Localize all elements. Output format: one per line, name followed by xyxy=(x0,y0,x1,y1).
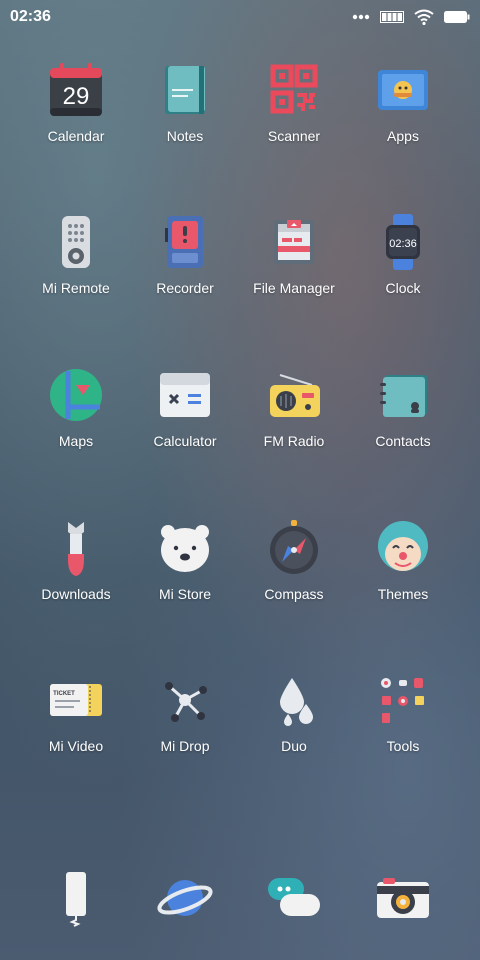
app-row-2: Mi Remote Recorder File Manager 02:36 Cl… xyxy=(0,200,480,320)
more-dots-icon xyxy=(352,14,370,20)
camera-icon xyxy=(377,878,429,918)
rocket-download-icon xyxy=(68,522,84,576)
app-maps[interactable]: Maps xyxy=(21,353,131,463)
status-time: 02:36 xyxy=(10,8,51,25)
app-label: Notes xyxy=(166,128,204,144)
app-label: Mi Remote xyxy=(42,280,110,296)
app-label: Contacts xyxy=(375,433,431,449)
svg-text:29: 29 xyxy=(63,83,90,110)
chat-bubbles-icon xyxy=(268,878,320,916)
file-manager-icon xyxy=(274,220,314,264)
app-label: FM Radio xyxy=(263,433,325,449)
calendar-icon: 29 xyxy=(50,63,102,116)
dock-browser[interactable] xyxy=(130,862,240,934)
dock-camera[interactable] xyxy=(348,862,458,934)
app-row-5: TICKET Mi Video Mi Drop Duo Tools xyxy=(0,658,480,778)
cassette-recorder-icon xyxy=(165,216,203,268)
map-icon xyxy=(50,369,102,421)
app-row-3: Maps Calculator FM Radio Contacts xyxy=(0,353,480,473)
svg-text:02:36: 02:36 xyxy=(389,238,417,250)
app-label: Recorder xyxy=(156,280,214,296)
app-label: Clock xyxy=(385,280,421,296)
app-compass[interactable]: Compass xyxy=(239,506,349,616)
app-mi-remote[interactable]: Mi Remote xyxy=(21,200,131,310)
app-scanner[interactable]: Scanner xyxy=(239,48,349,158)
app-mi-drop[interactable]: Mi Drop xyxy=(130,658,240,768)
contacts-book-icon xyxy=(380,375,427,417)
app-mi-video[interactable]: TICKET Mi Video xyxy=(21,658,131,768)
app-themes[interactable]: Themes xyxy=(348,506,458,616)
app-row-1: 29 Calendar Notes Scanner Apps xyxy=(0,48,480,168)
app-file-manager[interactable]: File Manager xyxy=(239,200,349,310)
app-row-4: Downloads Mi Store Compass Themes xyxy=(0,506,480,626)
status-bar: 02:36 xyxy=(0,0,480,34)
app-downloads[interactable]: Downloads xyxy=(21,506,131,616)
notes-icon xyxy=(165,66,205,114)
water-drops-icon xyxy=(280,678,313,726)
app-duo[interactable]: Duo xyxy=(239,658,349,768)
app-store-icon xyxy=(378,70,428,110)
app-label: Downloads xyxy=(41,586,111,602)
app-label: Compass xyxy=(264,586,324,602)
watch-icon: 02:36 xyxy=(386,214,420,270)
battery-icon xyxy=(444,11,470,23)
radio-icon xyxy=(270,374,320,417)
app-calculator[interactable]: Calculator xyxy=(130,353,240,463)
tools-folder-icon xyxy=(381,678,424,723)
ticket-video-icon: TICKET xyxy=(50,684,102,716)
app-label: Maps xyxy=(58,433,94,449)
app-label: Duo xyxy=(281,738,307,754)
polar-bear-icon xyxy=(161,525,209,572)
phone-icon xyxy=(66,872,86,927)
app-label: Mi Store xyxy=(158,586,212,602)
app-label: Tools xyxy=(386,738,420,754)
app-contacts[interactable]: Contacts xyxy=(348,353,458,463)
dock-phone[interactable] xyxy=(21,862,131,934)
clown-themes-icon xyxy=(378,521,428,571)
app-calendar[interactable]: 29 Calendar xyxy=(21,48,131,158)
app-label: Mi Drop xyxy=(160,738,210,754)
signal-icon xyxy=(380,11,404,23)
app-tools[interactable]: Tools xyxy=(348,658,458,768)
app-label: File Manager xyxy=(253,280,335,296)
calculator-icon xyxy=(160,373,210,417)
wifi-icon xyxy=(414,9,434,25)
dock xyxy=(0,862,480,934)
app-mi-store[interactable]: Mi Store xyxy=(130,506,240,616)
app-label: Mi Video xyxy=(48,738,104,754)
app-label: Calendar xyxy=(47,128,105,144)
app-notes[interactable]: Notes xyxy=(130,48,240,158)
app-apps[interactable]: Apps xyxy=(348,48,458,158)
planet-browser-icon xyxy=(157,880,213,916)
app-recorder[interactable]: Recorder xyxy=(130,200,240,310)
app-label: Calculator xyxy=(153,433,217,449)
app-fm-radio[interactable]: FM Radio xyxy=(239,353,349,463)
status-icons xyxy=(352,9,470,25)
compass-icon xyxy=(270,520,318,574)
app-label: Apps xyxy=(387,128,419,144)
share-nodes-icon xyxy=(165,682,207,722)
app-clock[interactable]: 02:36 Clock xyxy=(348,200,458,310)
app-label: Themes xyxy=(377,586,429,602)
dock-messages[interactable] xyxy=(239,862,349,934)
qr-scanner-icon xyxy=(270,64,318,114)
remote-icon xyxy=(62,216,90,268)
svg-text:TICKET: TICKET xyxy=(53,691,75,697)
app-label: Scanner xyxy=(267,128,321,144)
